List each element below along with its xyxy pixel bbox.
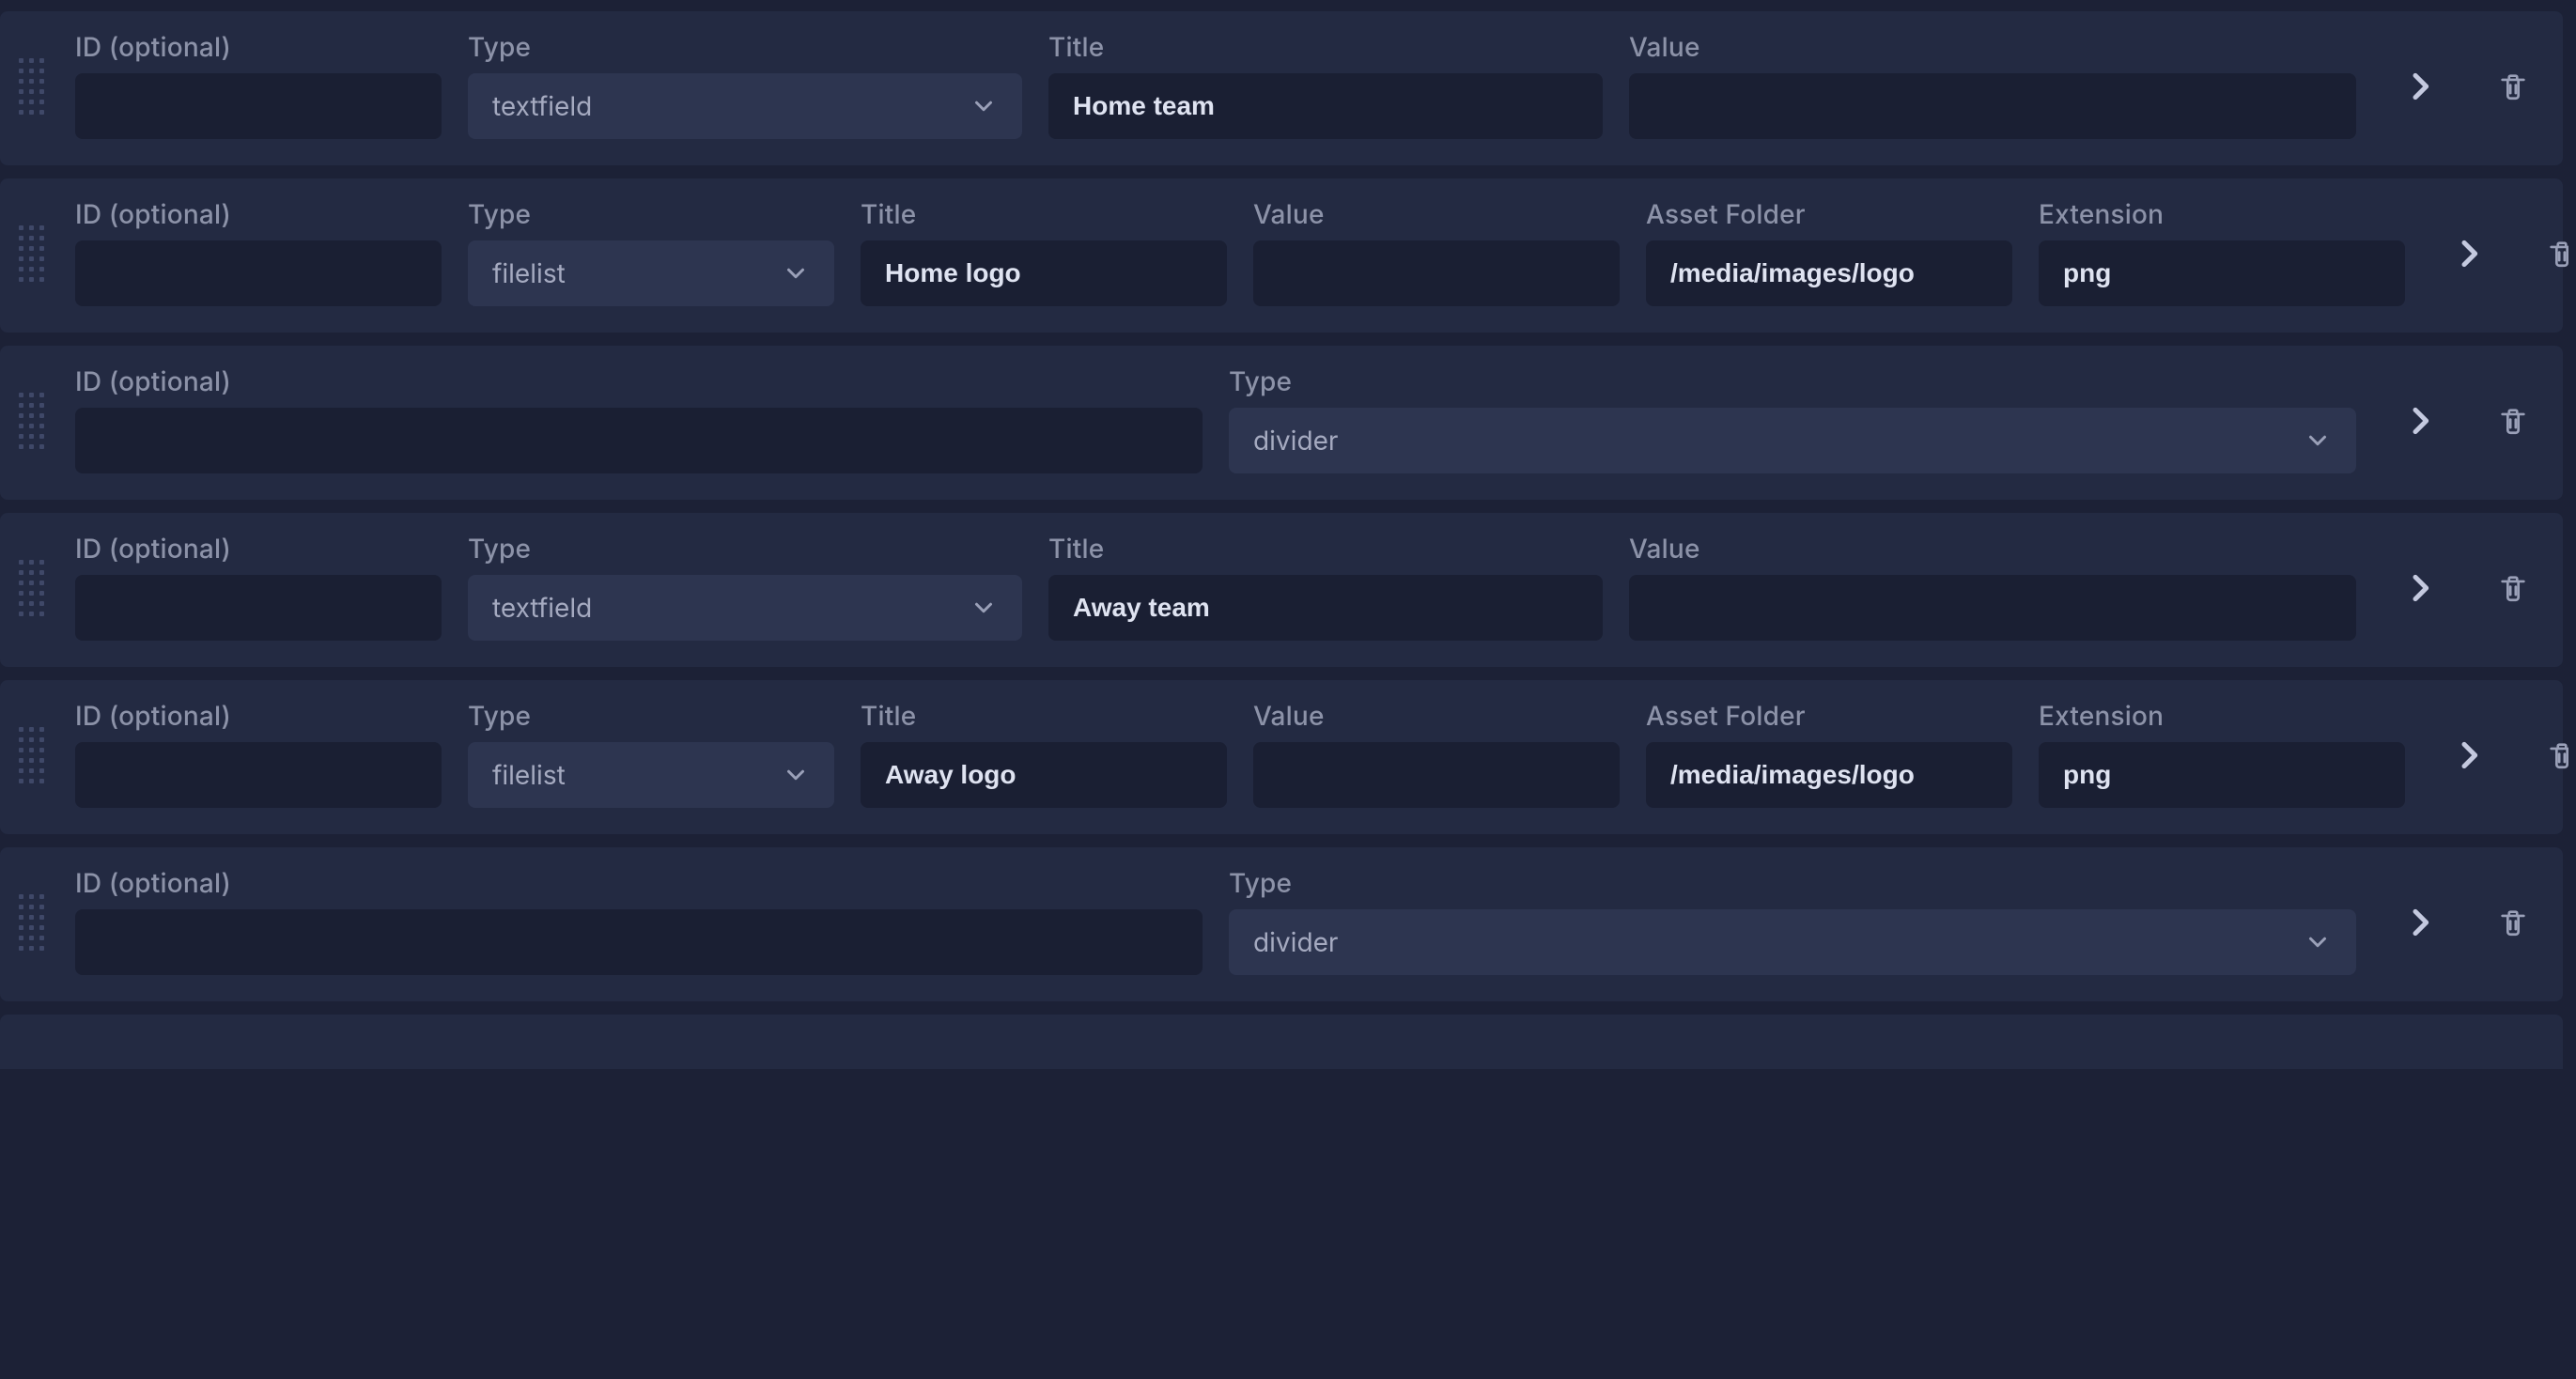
id-label: ID (optional) xyxy=(75,535,442,562)
drag-handle[interactable] xyxy=(19,34,51,139)
id-label: ID (optional) xyxy=(75,368,1203,395)
form-row-peek xyxy=(0,1015,2563,1069)
title-label: Title xyxy=(861,703,1227,729)
chevron-down-icon xyxy=(782,259,810,287)
type-label: Type xyxy=(468,535,1022,562)
delete-button[interactable] xyxy=(2538,230,2568,277)
delete-button[interactable] xyxy=(2538,732,2568,779)
value-input[interactable] xyxy=(1253,742,1620,808)
type-select[interactable]: divider xyxy=(1229,408,2356,473)
delete-button[interactable] xyxy=(2490,899,2537,946)
title-input[interactable] xyxy=(861,742,1227,808)
title-label: Title xyxy=(861,201,1227,227)
asset-folder-label: Asset Folder xyxy=(1646,201,2012,227)
id-input[interactable] xyxy=(75,742,442,808)
extension-input[interactable] xyxy=(2039,240,2405,306)
form-rows-scroll[interactable]: ID (optional) Type textfield Title Value xyxy=(0,0,2568,1379)
drag-icon xyxy=(19,225,45,282)
value-label: Value xyxy=(1253,201,1620,227)
expand-button[interactable] xyxy=(2394,562,2446,614)
drag-handle[interactable] xyxy=(19,368,51,473)
type-select-value: divider xyxy=(1253,926,1338,958)
extension-label: Extension xyxy=(2039,703,2405,729)
type-label: Type xyxy=(1229,368,2356,395)
type-select[interactable]: divider xyxy=(1229,909,2356,975)
chevron-down-icon xyxy=(2304,426,2332,455)
chevron-down-icon xyxy=(970,594,998,622)
id-input[interactable] xyxy=(75,408,1203,473)
drag-handle[interactable] xyxy=(19,870,51,975)
chevron-down-icon xyxy=(782,761,810,789)
type-select-value: textfield xyxy=(492,592,592,624)
extension-label: Extension xyxy=(2039,201,2405,227)
value-input[interactable] xyxy=(1629,575,2356,641)
id-label: ID (optional) xyxy=(75,870,1203,896)
drag-handle[interactable] xyxy=(19,703,51,808)
asset-folder-label: Asset Folder xyxy=(1646,703,2012,729)
form-row: ID (optional) Type filelist Title Value … xyxy=(0,680,2563,834)
type-select[interactable]: textfield xyxy=(468,575,1022,641)
id-label: ID (optional) xyxy=(75,201,442,227)
title-input[interactable] xyxy=(1048,73,1603,139)
type-label: Type xyxy=(468,34,1022,60)
expand-button[interactable] xyxy=(2443,729,2495,782)
title-label: Title xyxy=(1048,535,1603,562)
form-row: ID (optional) Type divider xyxy=(0,847,2563,1001)
delete-button[interactable] xyxy=(2490,63,2537,110)
drag-handle[interactable] xyxy=(19,201,51,306)
value-label: Value xyxy=(1629,34,2356,60)
type-select[interactable]: filelist xyxy=(468,240,834,306)
id-input[interactable] xyxy=(75,909,1203,975)
drag-icon xyxy=(19,393,45,449)
title-label: Title xyxy=(1048,34,1603,60)
type-select-value: textfield xyxy=(492,90,592,122)
chevron-down-icon xyxy=(2304,928,2332,956)
drag-icon xyxy=(19,894,45,951)
value-label: Value xyxy=(1629,535,2356,562)
form-row: ID (optional) Type textfield Title Value xyxy=(0,11,2563,165)
form-row: ID (optional) Type filelist Title Value … xyxy=(0,178,2563,333)
drag-handle[interactable] xyxy=(19,535,51,641)
type-select-value: filelist xyxy=(492,257,566,289)
chevron-down-icon xyxy=(970,92,998,120)
id-label: ID (optional) xyxy=(75,703,442,729)
drag-icon xyxy=(19,58,45,115)
expand-button[interactable] xyxy=(2394,896,2446,949)
type-label: Type xyxy=(1229,870,2356,896)
type-select[interactable]: filelist xyxy=(468,742,834,808)
expand-button[interactable] xyxy=(2394,60,2446,113)
type-label: Type xyxy=(468,201,834,227)
value-input[interactable] xyxy=(1253,240,1620,306)
asset-folder-input[interactable] xyxy=(1646,742,2012,808)
type-select-value: divider xyxy=(1253,425,1338,457)
form-row: ID (optional) Type textfield Title Value xyxy=(0,513,2563,667)
expand-button[interactable] xyxy=(2443,227,2495,280)
type-select[interactable]: textfield xyxy=(468,73,1022,139)
id-label: ID (optional) xyxy=(75,34,442,60)
form-row: ID (optional) Type divider xyxy=(0,346,2563,500)
extension-input[interactable] xyxy=(2039,742,2405,808)
delete-button[interactable] xyxy=(2490,397,2537,444)
value-label: Value xyxy=(1253,703,1620,729)
type-select-value: filelist xyxy=(492,759,566,791)
drag-icon xyxy=(19,560,45,616)
type-label: Type xyxy=(468,703,834,729)
expand-button[interactable] xyxy=(2394,395,2446,447)
value-input[interactable] xyxy=(1629,73,2356,139)
title-input[interactable] xyxy=(861,240,1227,306)
title-input[interactable] xyxy=(1048,575,1603,641)
id-input[interactable] xyxy=(75,73,442,139)
id-input[interactable] xyxy=(75,575,442,641)
asset-folder-input[interactable] xyxy=(1646,240,2012,306)
delete-button[interactable] xyxy=(2490,565,2537,612)
drag-icon xyxy=(19,727,45,783)
id-input[interactable] xyxy=(75,240,442,306)
